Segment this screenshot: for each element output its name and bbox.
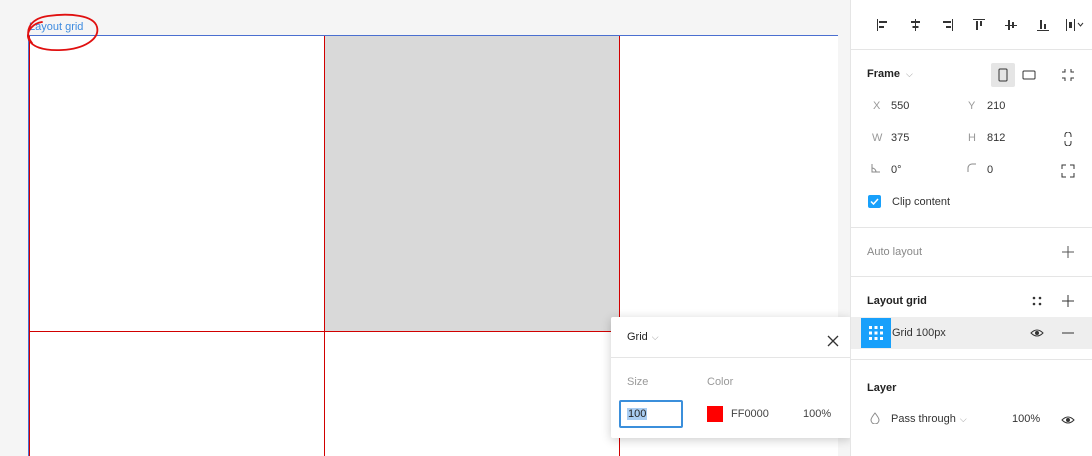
x-label: X — [873, 100, 881, 112]
size-label: Size — [627, 376, 649, 388]
blend-mode-dropdown[interactable]: Pass through ⌵ — [891, 413, 967, 425]
close-icon[interactable] — [821, 329, 845, 353]
grid-type-dropdown[interactable]: Grid ⌵ — [627, 331, 659, 343]
grid-styles-icon[interactable] — [1025, 289, 1049, 313]
properties-panel: Frame ⌵ X 550 Y 210 W 375 H 812 0° 0 Cli… — [850, 0, 1092, 456]
clip-content-checkbox[interactable] — [868, 195, 881, 208]
corner-radius-input[interactable]: 0 — [987, 164, 993, 176]
color-hex-value[interactable]: FF0000 — [731, 408, 769, 420]
align-horizontal-center-icon[interactable] — [899, 9, 931, 41]
grid-column-line — [324, 36, 325, 456]
frame-section: Frame ⌵ X 550 Y 210 W 375 H 812 0° 0 Cli… — [851, 50, 1092, 228]
align-toolbar — [851, 0, 1092, 50]
chevron-down-icon: ⌵ — [959, 413, 967, 424]
grid-column-line — [29, 36, 30, 456]
blend-mode-label: Pass through — [891, 413, 956, 425]
chevron-down-icon: ⌵ — [906, 68, 913, 79]
align-vertical-center-icon[interactable] — [995, 9, 1027, 41]
divider — [611, 357, 851, 358]
frame-dropdown[interactable]: Frame ⌵ — [867, 68, 913, 80]
color-swatch[interactable] — [707, 406, 723, 422]
clip-content-label: Clip content — [892, 196, 951, 208]
corner-radius-icon — [967, 163, 977, 176]
grid-settings-popover: Grid ⌵ Size Color 100 FF0000 100% — [611, 317, 851, 438]
grid-item-label: Grid 100px — [892, 327, 946, 339]
align-bottom-icon[interactable] — [1027, 9, 1059, 41]
h-label: H — [968, 132, 976, 144]
rotation-icon — [871, 163, 881, 176]
eye-icon[interactable] — [1056, 408, 1080, 432]
layer-opacity-input[interactable]: 100% — [1012, 413, 1040, 425]
align-top-icon[interactable] — [963, 9, 995, 41]
color-label: Color — [707, 376, 734, 388]
width-input[interactable]: 375 — [891, 132, 909, 144]
grid-size-value: 100 — [627, 408, 648, 420]
selection-outline-left — [28, 35, 29, 456]
x-input[interactable]: 550 — [891, 100, 909, 112]
layer-section: Layer Pass through ⌵ 100% — [851, 360, 1092, 436]
grid-cell-highlight — [324, 36, 619, 331]
resize-to-fit-icon[interactable] — [1056, 63, 1080, 87]
chevron-down-icon: ⌵ — [651, 331, 659, 342]
layer-title: Layer — [867, 382, 897, 394]
color-opacity-value[interactable]: 100% — [803, 408, 831, 420]
independent-corners-icon[interactable] — [1056, 159, 1080, 183]
constrain-proportions-icon[interactable] — [1056, 127, 1080, 151]
layout-grid-section: Layout grid Grid 100px — [851, 277, 1092, 360]
eye-icon[interactable] — [1025, 321, 1049, 345]
align-right-icon[interactable] — [931, 9, 963, 41]
auto-layout-section: Auto layout — [851, 228, 1092, 277]
blend-mode-icon — [870, 412, 880, 427]
grid-icon[interactable] — [861, 318, 891, 348]
y-label: Y — [968, 100, 976, 112]
distribute-icon[interactable] — [1059, 9, 1091, 41]
w-label: W — [872, 132, 883, 144]
add-grid-icon[interactable] — [1056, 289, 1080, 313]
portrait-orientation-icon[interactable] — [991, 63, 1015, 87]
auto-layout-title: Auto layout — [867, 246, 923, 258]
rotation-input[interactable]: 0° — [891, 164, 902, 176]
landscape-orientation-icon[interactable] — [1017, 63, 1041, 87]
add-auto-layout-icon[interactable] — [1056, 240, 1080, 264]
grid-list-item[interactable]: Grid 100px — [851, 317, 1092, 349]
selection-outline-top — [28, 35, 838, 36]
layout-grid-title: Layout grid — [867, 295, 927, 307]
remove-grid-icon[interactable] — [1056, 321, 1080, 345]
grid-size-input[interactable]: 100 — [619, 400, 683, 428]
annotation-circle — [27, 13, 99, 52]
align-left-icon[interactable] — [867, 9, 899, 41]
grid-type-label: Grid — [627, 331, 648, 343]
y-input[interactable]: 210 — [987, 100, 1005, 112]
height-input[interactable]: 812 — [987, 132, 1005, 144]
frame-title: Frame — [867, 68, 901, 80]
